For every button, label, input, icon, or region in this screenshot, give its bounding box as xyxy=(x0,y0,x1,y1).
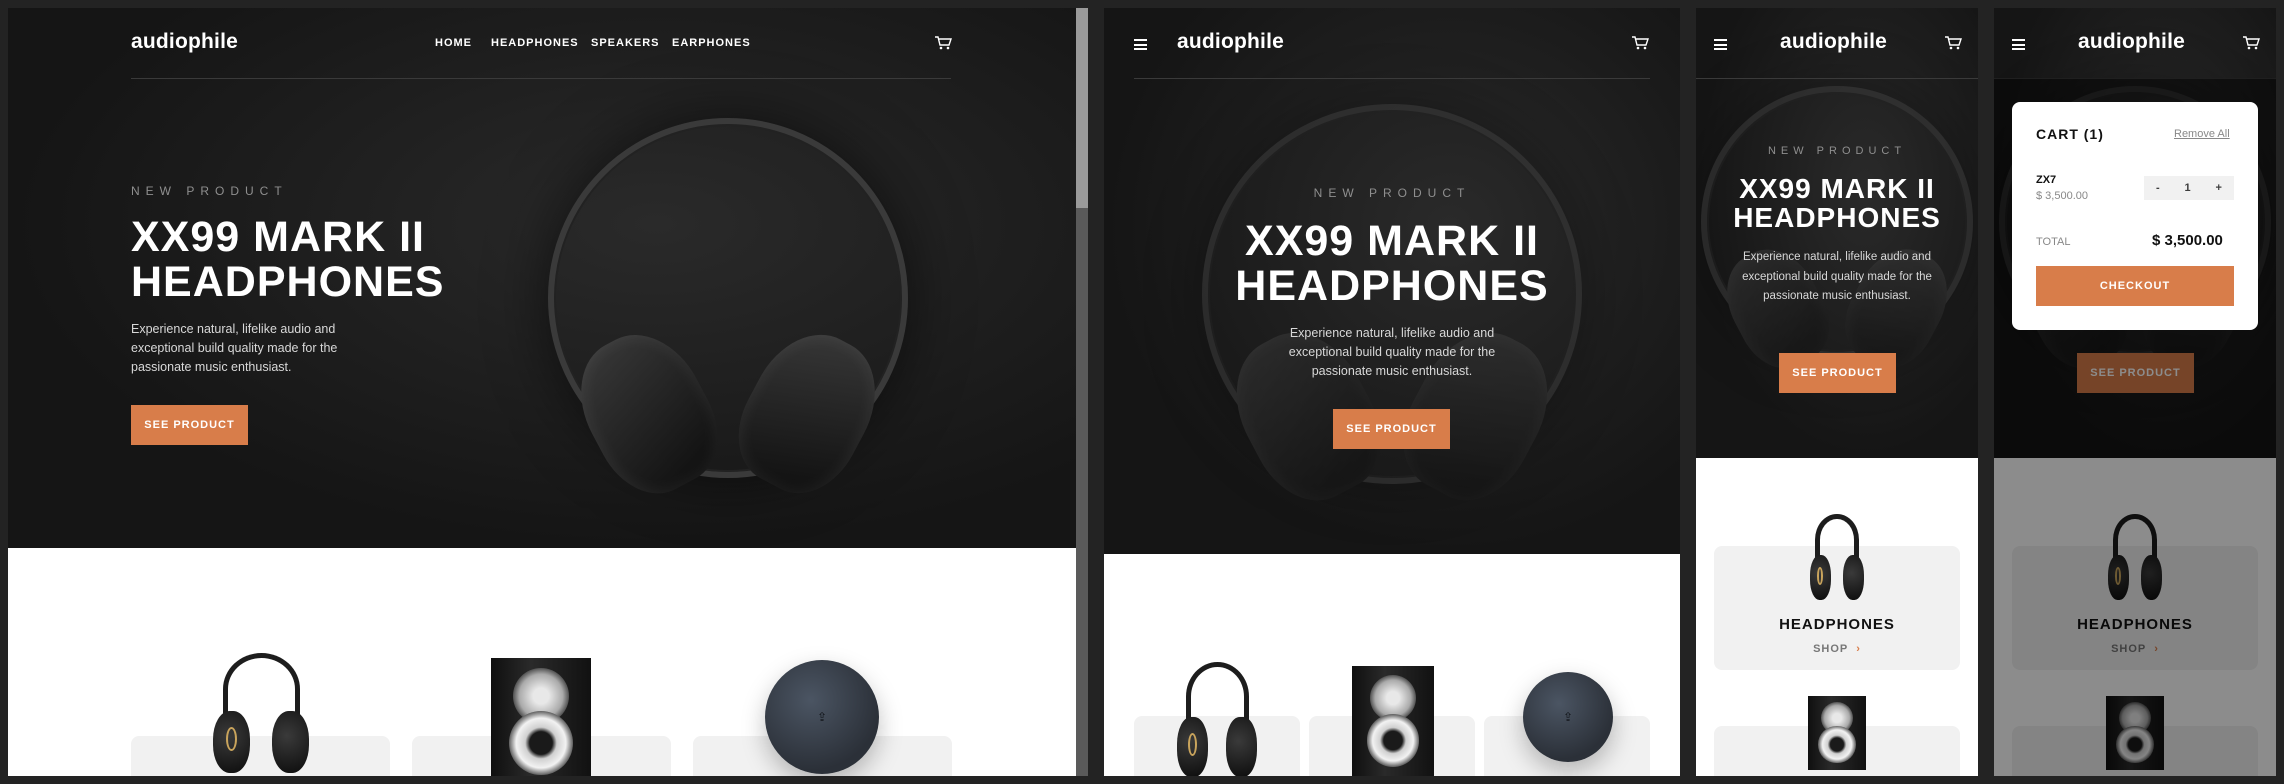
hero-title: XX99 MARK II HEADPHONES xyxy=(1733,173,1941,234)
scrollbar-thumb[interactable] xyxy=(1076,8,1088,208)
headphones-image xyxy=(1806,514,1868,600)
hero-headphones-image xyxy=(548,118,908,512)
categories-section: HEADPHONES SHOP › xyxy=(1696,458,1978,776)
quantity-value: 1 xyxy=(2184,182,2191,194)
logo[interactable]: audiophile xyxy=(131,30,238,54)
tablet-view: audiophile NEW PRODUCT XX99 MARK II HEAD… xyxy=(1104,8,1680,776)
see-product-button[interactable]: SEE PRODUCT xyxy=(1333,409,1450,449)
cart-item-price: $ 3,500.00 xyxy=(2036,190,2088,202)
hero-description: Experience natural, lifelike audio and e… xyxy=(1742,251,1932,303)
cart-title: CART (1) xyxy=(2036,126,2104,142)
nav-headphones[interactable]: HEADPHONES xyxy=(491,37,579,49)
mobile-view: audiophile NEW PRODUCT XX99 MARK II HEAD… xyxy=(1696,8,1978,776)
hamburger-menu-icon[interactable] xyxy=(1134,39,1147,50)
categories-section: ⇪ xyxy=(1104,554,1680,776)
speaker-image xyxy=(491,658,591,776)
header-divider xyxy=(1134,78,1650,79)
hamburger-menu-icon[interactable] xyxy=(2012,39,2025,50)
cart-item-name: ZX7 xyxy=(2036,174,2057,186)
header-divider xyxy=(1696,78,1978,79)
nav-earphones[interactable]: EARPHONES xyxy=(672,37,751,49)
decrement-button[interactable]: - xyxy=(2156,182,2160,194)
logo[interactable]: audiophile xyxy=(1780,30,1887,54)
scrollbar[interactable] xyxy=(1076,8,1088,776)
cart-icon[interactable] xyxy=(1944,36,1962,50)
nav-speakers[interactable]: SPEAKERS xyxy=(591,37,660,49)
mobile-cart-view: audiophile SEE PRODUCT HEADPHONES SHOP › … xyxy=(1994,8,2276,776)
earphones-case-image: ⇪ xyxy=(1523,672,1613,762)
logo[interactable]: audiophile xyxy=(1177,30,1284,54)
cart-modal: CART (1) Remove All ZX7 $ 3,500.00 - 1 +… xyxy=(2012,102,2258,330)
remove-all-link[interactable]: Remove All xyxy=(2174,128,2230,140)
increment-button[interactable]: + xyxy=(2216,182,2222,194)
nav-home[interactable]: HOME xyxy=(435,37,472,49)
cart-icon[interactable] xyxy=(1631,36,1649,50)
headphones-image xyxy=(206,653,316,773)
hero-title: XX99 MARK II HEADPHONES xyxy=(131,213,445,307)
hero-overline: NEW PRODUCT xyxy=(1767,145,1907,157)
categories-section: ⇪ xyxy=(8,548,1088,776)
cart-icon[interactable] xyxy=(934,36,952,50)
cart-icon[interactable] xyxy=(2242,36,2260,50)
speaker-image xyxy=(1352,666,1434,776)
headphones-image xyxy=(1172,662,1262,776)
shop-link-headphones[interactable]: SHOP › xyxy=(1714,643,1960,655)
hero-description: Experience natural, lifelike audio and e… xyxy=(1288,326,1496,378)
hamburger-menu-icon[interactable] xyxy=(1714,39,1727,50)
hero-overline: NEW PRODUCT xyxy=(1313,186,1471,200)
total-label: TOTAL xyxy=(2036,236,2071,248)
logo[interactable]: audiophile xyxy=(2078,30,2185,54)
header-divider xyxy=(131,78,951,79)
speaker-image xyxy=(1808,696,1866,770)
category-name-headphones: HEADPHONES xyxy=(1779,616,1895,633)
hero-description: Experience natural, lifelike audio and e… xyxy=(131,322,338,374)
hero-title: XX99 MARK II HEADPHONES xyxy=(1235,217,1549,311)
see-product-button[interactable]: SEE PRODUCT xyxy=(131,405,248,445)
checkout-button[interactable]: CHECKOUT xyxy=(2036,266,2234,306)
earphones-case-image: ⇪ xyxy=(765,660,879,774)
total-value: $ 3,500.00 xyxy=(2152,232,2223,249)
see-product-button[interactable]: SEE PRODUCT xyxy=(1779,353,1896,393)
quantity-stepper: - 1 + xyxy=(2144,176,2234,200)
desktop-view: audiophile HOME HEADPHONES SPEAKERS EARP… xyxy=(8,8,1088,776)
hero-overline: NEW PRODUCT xyxy=(131,184,288,198)
